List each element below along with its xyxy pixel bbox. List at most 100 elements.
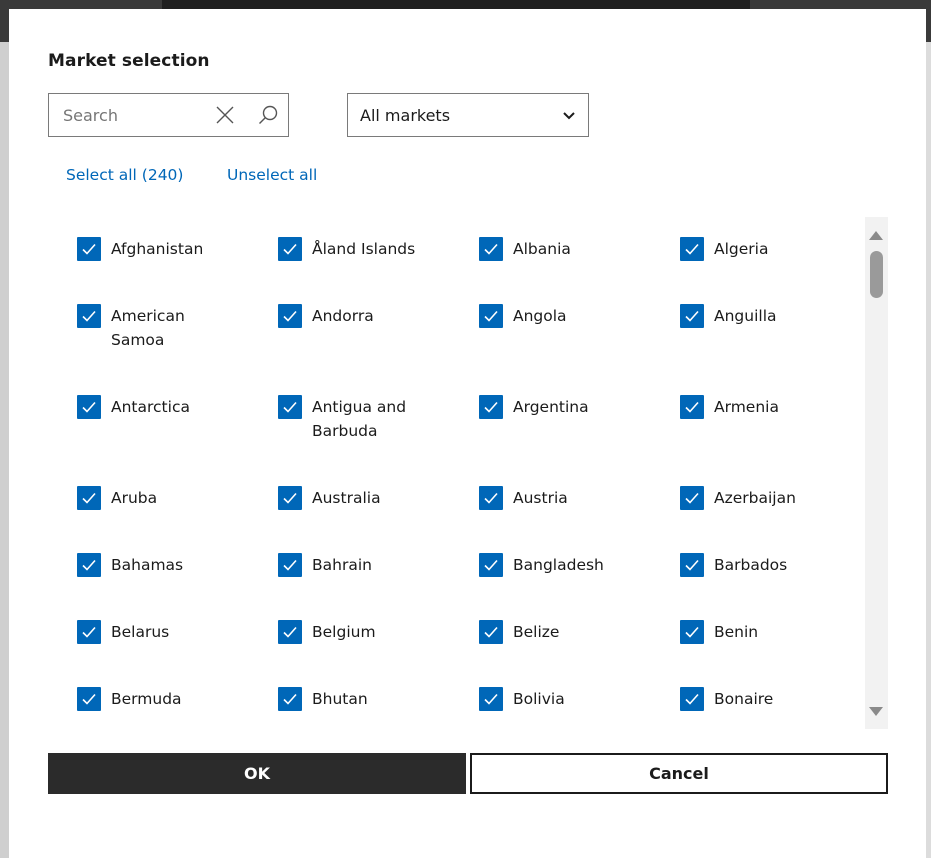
checkbox-checked-icon[interactable] (680, 237, 704, 261)
market-checkbox-item[interactable]: Bermuda (48, 667, 249, 729)
market-label: Åland Islands (312, 240, 416, 258)
market-grid: Afghanistan Åland Islands Albania Algeria Am… (48, 217, 848, 729)
market-checkbox-item[interactable]: Afghanistan (48, 217, 249, 284)
market-label: Andorra (312, 307, 374, 325)
market-label: Benin (714, 623, 759, 641)
checkbox-checked-icon[interactable] (77, 237, 101, 261)
checkbox-checked-icon[interactable] (680, 395, 704, 419)
market-checkbox-item[interactable]: Belgium (249, 600, 450, 667)
scrollbar[interactable] (865, 217, 888, 729)
search-box (48, 93, 289, 137)
chevron-down-icon (562, 106, 576, 125)
scrollbar-thumb[interactable] (870, 251, 883, 298)
market-label: Bahamas (111, 556, 184, 574)
market-checkbox-item[interactable]: Bonaire (651, 667, 852, 729)
market-checkbox-item[interactable]: Bolivia (450, 667, 651, 729)
market-label: Azerbaijan (714, 489, 796, 507)
market-checkbox-item[interactable]: Bahrain (249, 533, 450, 600)
market-label: Angola (513, 307, 567, 325)
market-checkbox-item[interactable]: Bangladesh (450, 533, 651, 600)
market-label: Belgium (312, 623, 376, 641)
checkbox-checked-icon[interactable] (77, 553, 101, 577)
checkbox-checked-icon[interactable] (479, 687, 503, 711)
backdrop-search-bar (162, 0, 750, 9)
unselect-all-link[interactable]: Unselect all (227, 166, 317, 184)
market-label: Antarctica (111, 398, 190, 416)
market-label: Australia (312, 489, 381, 507)
checkbox-checked-icon[interactable] (680, 486, 704, 510)
market-checkbox-item[interactable]: Austria (450, 466, 651, 533)
market-label: Argentina (513, 398, 589, 416)
market-label: Algeria (714, 240, 769, 258)
market-label: Bangladesh (513, 556, 604, 574)
market-checkbox-item[interactable]: Benin (651, 600, 852, 667)
checkbox-checked-icon[interactable] (77, 304, 101, 328)
market-filter-value: All markets (360, 105, 451, 125)
market-checkbox-item[interactable]: Argentina (450, 375, 651, 466)
market-checkbox-item[interactable]: Azerbaijan (651, 466, 852, 533)
market-list: Afghanistan Åland Islands Albania Algeria Am… (48, 217, 888, 729)
market-checkbox-item[interactable]: American Samoa (48, 284, 249, 375)
checkbox-checked-icon[interactable] (278, 237, 302, 261)
search-input[interactable] (49, 94, 199, 136)
market-checkbox-item[interactable]: Barbados (651, 533, 852, 600)
market-checkbox-item[interactable]: Andorra (249, 284, 450, 375)
market-checkbox-item[interactable]: Albania (450, 217, 651, 284)
market-label: Bolivia (513, 690, 565, 708)
market-label: Bonaire (714, 690, 774, 708)
checkbox-checked-icon[interactable] (278, 687, 302, 711)
ok-button[interactable]: OK (48, 753, 466, 794)
select-all-link[interactable]: Select all (240) (66, 166, 183, 184)
checkbox-checked-icon[interactable] (479, 553, 503, 577)
market-label: Antigua and Barbuda (312, 398, 407, 440)
market-checkbox-item[interactable]: Åland Islands (249, 217, 450, 284)
market-filter-dropdown[interactable]: All markets (347, 93, 589, 137)
checkbox-checked-icon[interactable] (680, 620, 704, 644)
checkbox-checked-icon[interactable] (479, 237, 503, 261)
checkbox-checked-icon[interactable] (479, 620, 503, 644)
checkbox-checked-icon[interactable] (479, 486, 503, 510)
checkbox-checked-icon[interactable] (680, 304, 704, 328)
market-checkbox-item[interactable]: Algeria (651, 217, 852, 284)
market-checkbox-item[interactable]: Bahamas (48, 533, 249, 600)
checkbox-checked-icon[interactable] (278, 620, 302, 644)
scroll-down-arrow-icon[interactable] (869, 707, 883, 716)
market-checkbox-item[interactable]: Belarus (48, 600, 249, 667)
market-label: Austria (513, 489, 568, 507)
checkbox-checked-icon[interactable] (77, 395, 101, 419)
market-label: Belize (513, 623, 560, 641)
market-checkbox-item[interactable]: Armenia (651, 375, 852, 466)
market-checkbox-item[interactable]: Antarctica (48, 375, 249, 466)
market-label: Afghanistan (111, 240, 204, 258)
search-icon[interactable] (256, 103, 280, 127)
checkbox-checked-icon[interactable] (77, 687, 101, 711)
market-checkbox-item[interactable]: Australia (249, 466, 450, 533)
market-label: Bahrain (312, 556, 372, 574)
checkbox-checked-icon[interactable] (77, 620, 101, 644)
checkbox-checked-icon[interactable] (278, 304, 302, 328)
checkbox-checked-icon[interactable] (680, 553, 704, 577)
checkbox-checked-icon[interactable] (680, 687, 704, 711)
checkbox-checked-icon[interactable] (278, 486, 302, 510)
checkbox-checked-icon[interactable] (77, 486, 101, 510)
market-checkbox-item[interactable]: Bhutan (249, 667, 450, 729)
market-label: Belarus (111, 623, 170, 641)
market-label: Armenia (714, 398, 779, 416)
market-checkbox-item[interactable]: Angola (450, 284, 651, 375)
cancel-button[interactable]: Cancel (470, 753, 888, 794)
market-label: Bermuda (111, 690, 182, 708)
market-checkbox-item[interactable]: Belize (450, 600, 651, 667)
checkbox-checked-icon[interactable] (278, 553, 302, 577)
clear-icon[interactable] (213, 103, 237, 127)
market-checkbox-item[interactable]: Aruba (48, 466, 249, 533)
market-label: American Samoa (111, 307, 185, 349)
market-checkbox-item[interactable]: Antigua and Barbuda (249, 375, 450, 466)
checkbox-checked-icon[interactable] (479, 304, 503, 328)
market-selection-dialog: Market selection All markets Select all … (9, 9, 926, 858)
market-label: Aruba (111, 489, 158, 507)
market-checkbox-item[interactable]: Anguilla (651, 284, 852, 375)
scroll-up-arrow-icon[interactable] (869, 231, 883, 240)
checkbox-checked-icon[interactable] (278, 395, 302, 419)
market-label: Albania (513, 240, 571, 258)
checkbox-checked-icon[interactable] (479, 395, 503, 419)
